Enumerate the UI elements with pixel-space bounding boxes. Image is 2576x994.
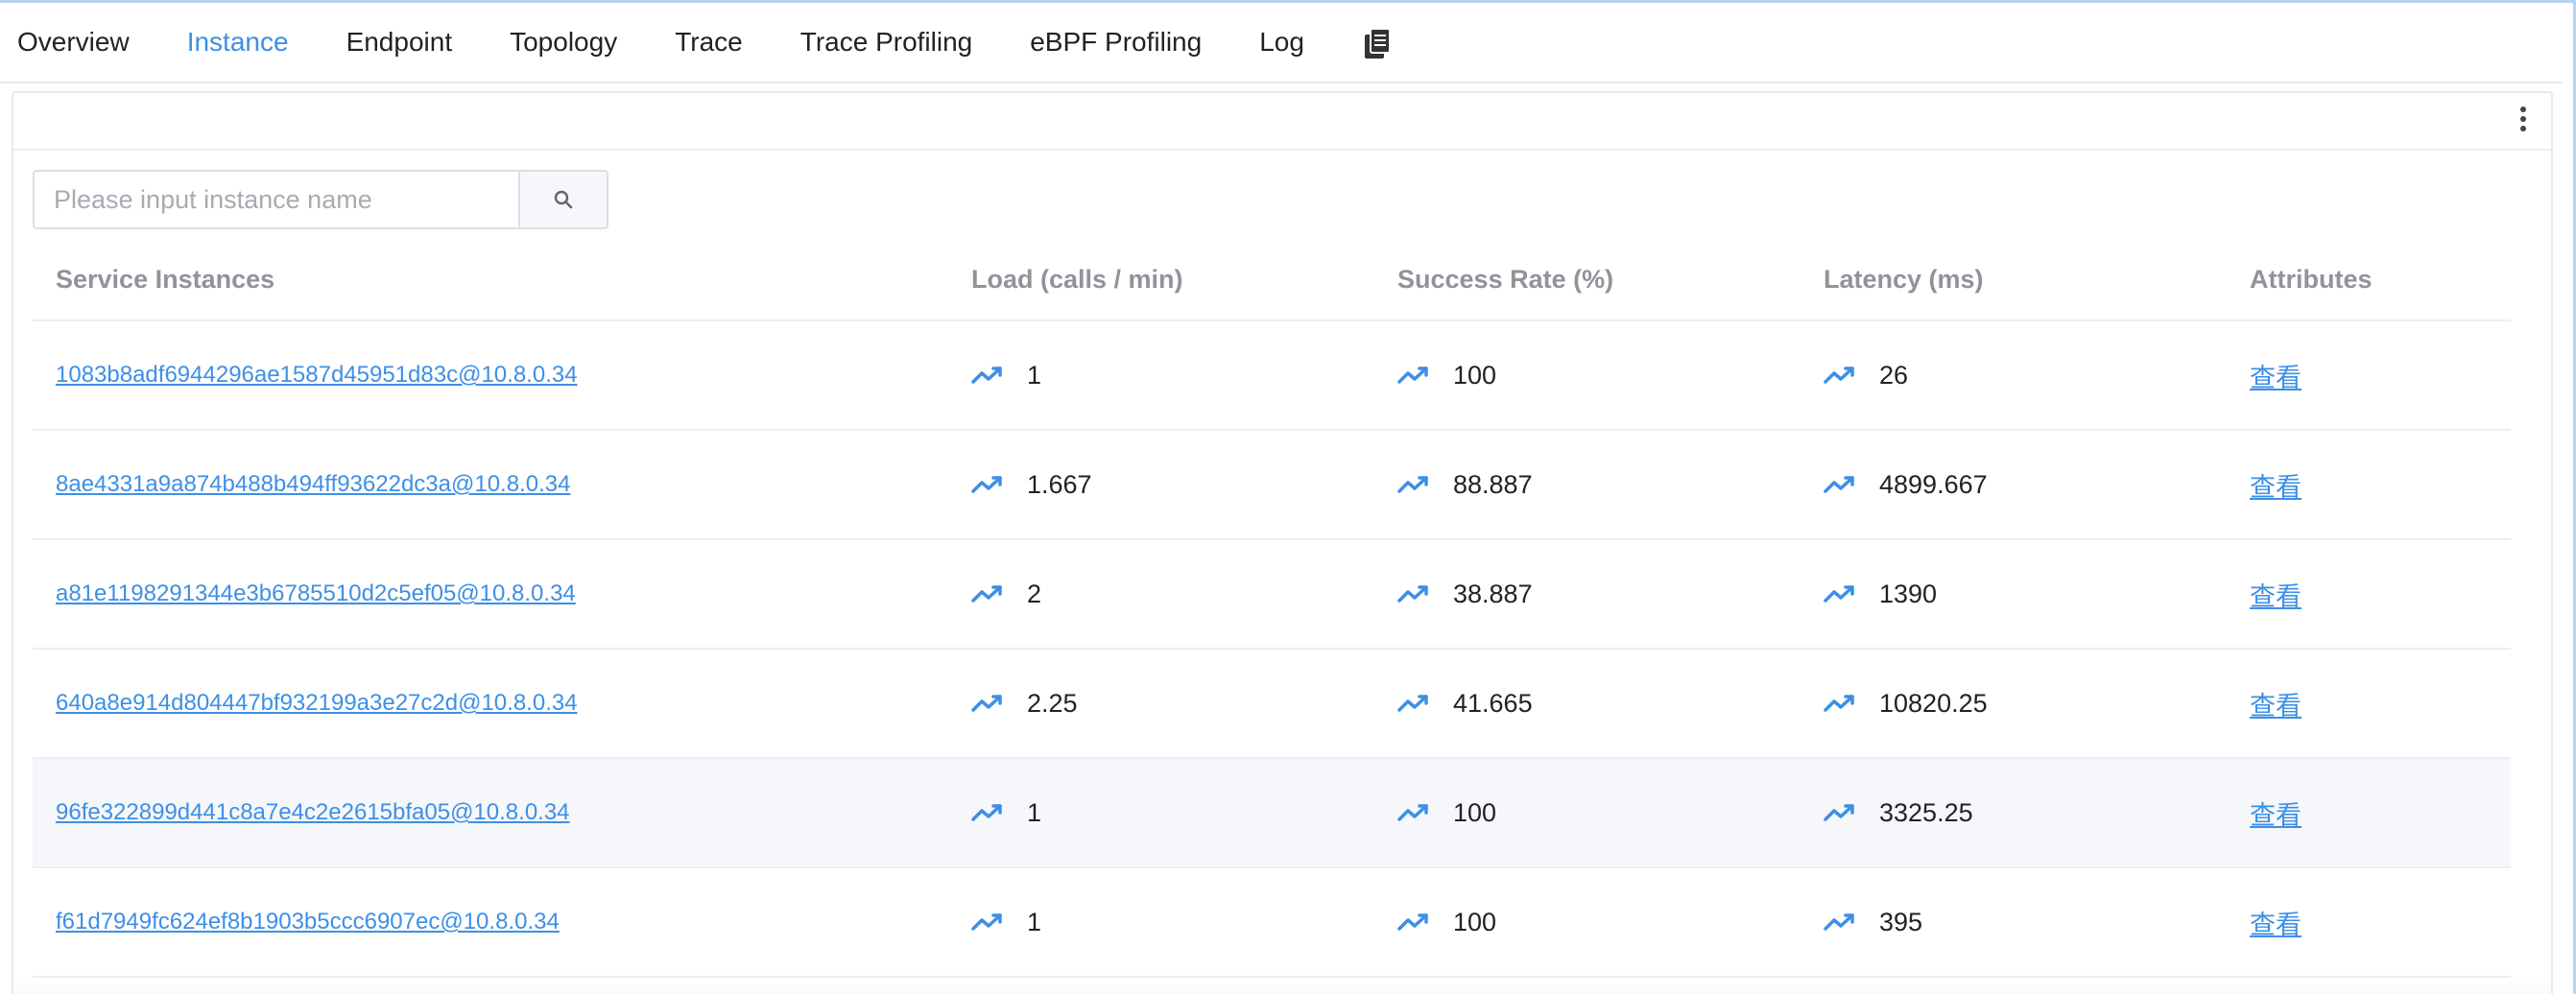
success-rate-value: 38.887: [1453, 579, 1533, 608]
search-button[interactable]: [518, 170, 608, 229]
trend-line-icon[interactable]: [1824, 365, 1856, 386]
scroll-fade: [13, 982, 2551, 994]
instance-name-link[interactable]: f61d7949fc624ef8b1903b5ccc6907ec@10.8.0.…: [56, 909, 560, 935]
latency-value: 1390: [1879, 579, 1938, 608]
trend-line-icon[interactable]: [971, 365, 1004, 386]
load-value: 1.667: [1027, 469, 1092, 499]
tab-log[interactable]: Log: [1259, 23, 1304, 61]
success-rate-value: 100: [1453, 797, 1497, 827]
trend-line-icon[interactable]: [971, 583, 1004, 604]
instance-panel: Service Instances Load (calls / min) Suc…: [12, 91, 2553, 994]
tab-overview[interactable]: Overview: [17, 23, 130, 61]
trend-line-icon[interactable]: [971, 911, 1004, 933]
trend-line-icon[interactable]: [1824, 693, 1856, 714]
table-row: 640a8e914d804447bf932199a3e27c2d@10.8.0.…: [33, 650, 2511, 759]
table-row: 8ae4331a9a874b488b494ff93622dc3a@10.8.0.…: [33, 431, 2511, 540]
view-attributes-link[interactable]: 查看: [2250, 576, 2302, 613]
trend-line-icon[interactable]: [1824, 583, 1856, 604]
trend-line-icon[interactable]: [1824, 802, 1856, 823]
trend-line-icon[interactable]: [1824, 474, 1856, 495]
latency-value: 10820.25: [1879, 688, 1988, 718]
success-rate-value: 100: [1453, 360, 1497, 390]
trend-line-icon[interactable]: [1824, 911, 1856, 933]
latency-value: 395: [1879, 907, 1923, 936]
table-row: 1083b8adf6944296ae1587d45951d83c@10.8.0.…: [33, 321, 2511, 431]
panel-header: [13, 93, 2551, 151]
table-row: 96fe322899d441c8a7e4c2e2615bfa05@10.8.0.…: [33, 759, 2511, 868]
instance-name-link[interactable]: 96fe322899d441c8a7e4c2e2615bfa05@10.8.0.…: [56, 799, 570, 826]
latency-value: 26: [1879, 360, 1909, 390]
instance-name-link[interactable]: 8ae4331a9a874b488b494ff93622dc3a@10.8.0.…: [56, 471, 570, 498]
header-success-rate[interactable]: Success Rate (%): [1374, 265, 1801, 295]
copy-icon[interactable]: [1362, 27, 1395, 61]
instance-name-link[interactable]: a81e1198291344e3b6785510d2c5ef05@10.8.0.…: [56, 580, 576, 607]
tab-ebpf-profiling[interactable]: eBPF Profiling: [1030, 23, 1202, 61]
view-attributes-link[interactable]: 查看: [2250, 904, 2302, 941]
tab-endpoint[interactable]: Endpoint: [346, 23, 453, 61]
instance-name-link[interactable]: 1083b8adf6944296ae1587d45951d83c@10.8.0.…: [56, 362, 578, 389]
instance-name-link[interactable]: 640a8e914d804447bf932199a3e27c2d@10.8.0.…: [56, 690, 578, 717]
tab-bar: Overview Instance Endpoint Topology Trac…: [0, 3, 2563, 83]
header-attributes: Attributes: [2250, 264, 2373, 294]
table-row: a81e1198291344e3b6785510d2c5ef05@10.8.0.…: [33, 540, 2511, 650]
tab-trace-profiling[interactable]: Trace Profiling: [800, 23, 972, 61]
trend-line-icon[interactable]: [971, 802, 1004, 823]
trend-line-icon[interactable]: [1397, 583, 1430, 604]
header-load[interactable]: Load (calls / min): [948, 265, 1374, 295]
load-value: 2.25: [1027, 688, 1078, 718]
trend-line-icon[interactable]: [971, 474, 1004, 495]
load-value: 1: [1027, 907, 1042, 936]
latency-value: 3325.25: [1879, 797, 1973, 827]
load-value: 1: [1027, 797, 1042, 827]
more-options-icon[interactable]: [2516, 106, 2530, 137]
table-body: 1083b8adf6944296ae1587d45951d83c@10.8.0.…: [33, 321, 2511, 978]
tab-topology[interactable]: Topology: [510, 23, 617, 61]
table-row: f61d7949fc624ef8b1903b5ccc6907ec@10.8.0.…: [33, 868, 2511, 978]
header-latency[interactable]: Latency (ms): [1801, 265, 2227, 295]
trend-line-icon[interactable]: [1397, 802, 1430, 823]
view-attributes-link[interactable]: 查看: [2250, 794, 2302, 832]
tab-instance[interactable]: Instance: [187, 23, 289, 61]
tab-trace[interactable]: Trace: [675, 23, 743, 61]
load-value: 1: [1027, 360, 1042, 390]
search-input[interactable]: [33, 170, 519, 229]
view-attributes-link[interactable]: 查看: [2250, 357, 2302, 394]
page: Overview Instance Endpoint Topology Trac…: [0, 0, 2576, 994]
latency-value: 4899.667: [1879, 469, 1988, 499]
success-rate-value: 88.887: [1453, 469, 1533, 499]
success-rate-value: 41.665: [1453, 688, 1533, 718]
table-header: Service Instances Load (calls / min) Suc…: [33, 239, 2511, 321]
search-icon: [554, 190, 573, 209]
view-attributes-link[interactable]: 查看: [2250, 466, 2302, 504]
header-service-instances[interactable]: Service Instances: [33, 265, 948, 295]
success-rate-value: 100: [1453, 907, 1497, 936]
trend-line-icon[interactable]: [1397, 474, 1430, 495]
trend-line-icon[interactable]: [1397, 911, 1430, 933]
instances-table: Service Instances Load (calls / min) Suc…: [33, 239, 2511, 978]
instance-search: [33, 170, 608, 229]
trend-line-icon[interactable]: [1397, 365, 1430, 386]
trend-line-icon[interactable]: [1397, 693, 1430, 714]
load-value: 2: [1027, 579, 1042, 608]
view-attributes-link[interactable]: 查看: [2250, 685, 2302, 722]
trend-line-icon[interactable]: [971, 693, 1004, 714]
